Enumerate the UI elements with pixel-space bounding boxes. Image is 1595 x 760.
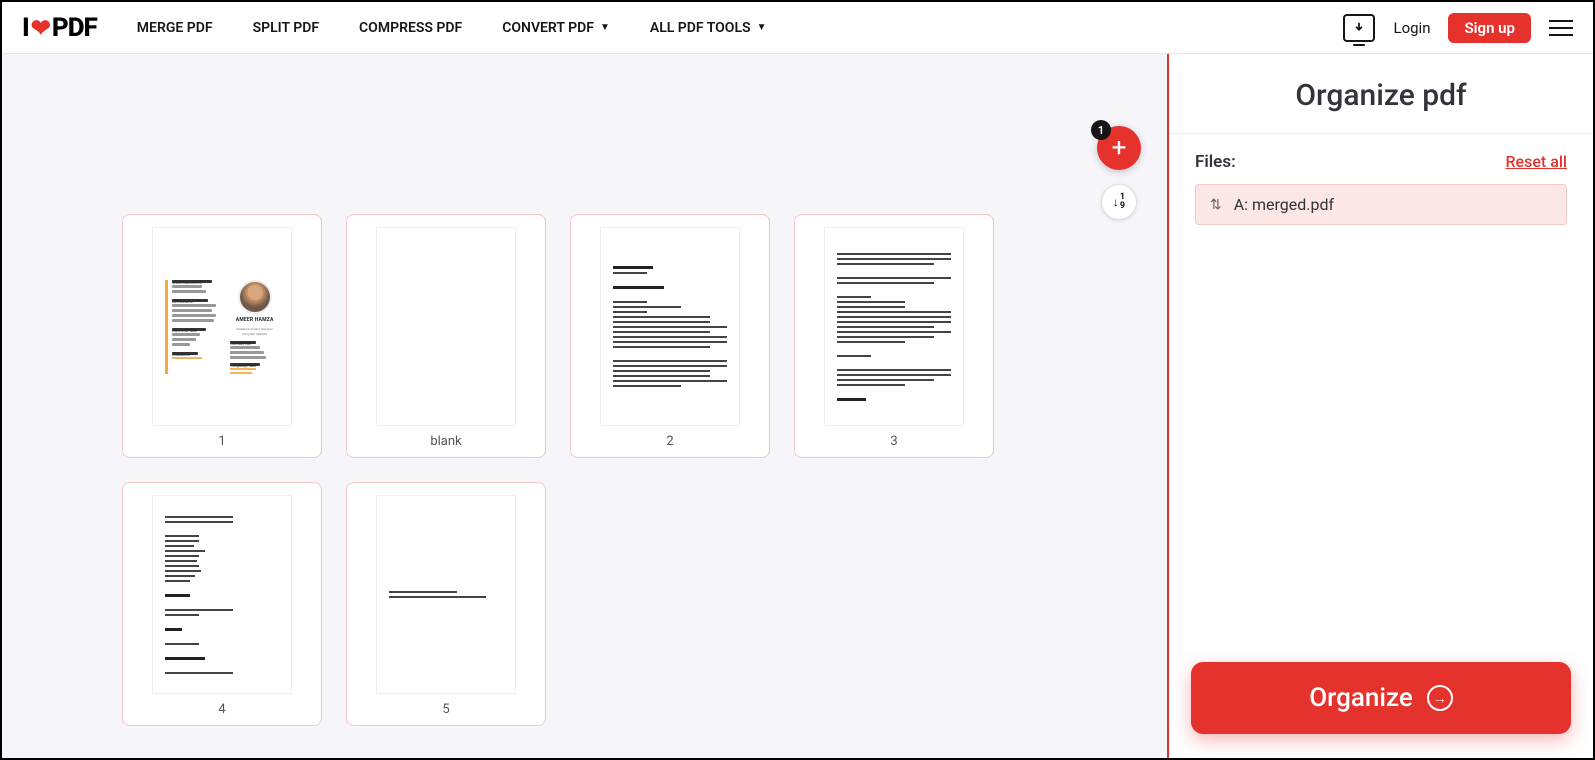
page-tile[interactable]: 5 [346, 482, 546, 726]
menu-icon[interactable] [1549, 20, 1573, 36]
header-right: Login Sign up [1343, 13, 1573, 43]
page-thumbnail [376, 495, 516, 694]
avatar [238, 280, 272, 314]
top-header: I ❤ PDF MERGE PDF SPLIT PDF COMPRESS PDF… [2, 2, 1593, 54]
canvas: 1 + ↓ 19 Work Experience Certificates [2, 54, 1167, 758]
nav-alltools[interactable]: ALL PDF TOOLS ▼ [650, 20, 767, 36]
sort-arrow-icon: ↓ [1113, 195, 1119, 209]
page-label: 5 [442, 702, 449, 717]
page-tile[interactable]: blank [346, 214, 546, 458]
page-tile[interactable]: 3 [794, 214, 994, 458]
page-label: 1 [218, 434, 225, 449]
organize-button[interactable]: Organize → [1191, 662, 1571, 734]
page-thumbnail [152, 495, 292, 694]
sidebar-title: Organize pdf [1169, 54, 1593, 134]
page-label: 3 [890, 434, 897, 449]
nav-merge[interactable]: MERGE PDF [137, 20, 213, 36]
download-desktop-icon[interactable] [1343, 14, 1375, 42]
chevron-down-icon: ▼ [757, 22, 767, 33]
page-label: blank [430, 434, 461, 449]
file-item[interactable]: ⇅ A: merged.pdf [1195, 184, 1567, 225]
page-label: 4 [218, 702, 225, 717]
chevron-down-icon: ▼ [600, 22, 610, 33]
nav-convert[interactable]: CONVERT PDF ▼ [502, 20, 610, 36]
nav: MERGE PDF SPLIT PDF COMPRESS PDF CONVERT… [137, 20, 767, 36]
main: 1 + ↓ 19 Work Experience Certificates [2, 54, 1593, 758]
heart-icon: ❤ [31, 14, 50, 42]
arrow-right-icon: → [1427, 685, 1453, 711]
login-link[interactable]: Login [1393, 19, 1430, 37]
sidebar-body: Files: Reset all ⇅ A: merged.pdf [1169, 134, 1593, 662]
logo[interactable]: I ❤ PDF [22, 13, 97, 43]
page-tile[interactable]: 4 [122, 482, 322, 726]
sidebar: Organize pdf Files: Reset all ⇅ A: merge… [1167, 54, 1593, 758]
file-count-badge: 1 [1091, 120, 1111, 140]
nav-compress[interactable]: COMPRESS PDF [359, 20, 462, 36]
drag-handle-icon[interactable]: ⇅ [1210, 197, 1222, 213]
sort-button[interactable]: ↓ 19 [1101, 184, 1137, 220]
add-file-button[interactable]: 1 + [1097, 126, 1141, 170]
page-thumbnail [824, 227, 964, 426]
page-thumbnail [600, 227, 740, 426]
reset-all-link[interactable]: Reset all [1505, 152, 1567, 171]
file-name: A: merged.pdf [1234, 195, 1334, 214]
page-tile[interactable]: Work Experience Certificates Expertise S… [122, 214, 322, 458]
page-label: 2 [666, 434, 673, 449]
nav-split[interactable]: SPLIT PDF [253, 20, 319, 36]
signup-button[interactable]: Sign up [1448, 13, 1531, 43]
plus-icon: + [1112, 133, 1127, 163]
page-tile[interactable]: 2 [570, 214, 770, 458]
page-thumbnail: Work Experience Certificates Expertise S… [152, 227, 292, 426]
pages-grid: Work Experience Certificates Expertise S… [122, 214, 1042, 726]
page-thumbnail [376, 227, 516, 426]
fab-container: 1 + ↓ 19 [1097, 126, 1141, 220]
files-label: Files: [1195, 152, 1236, 172]
